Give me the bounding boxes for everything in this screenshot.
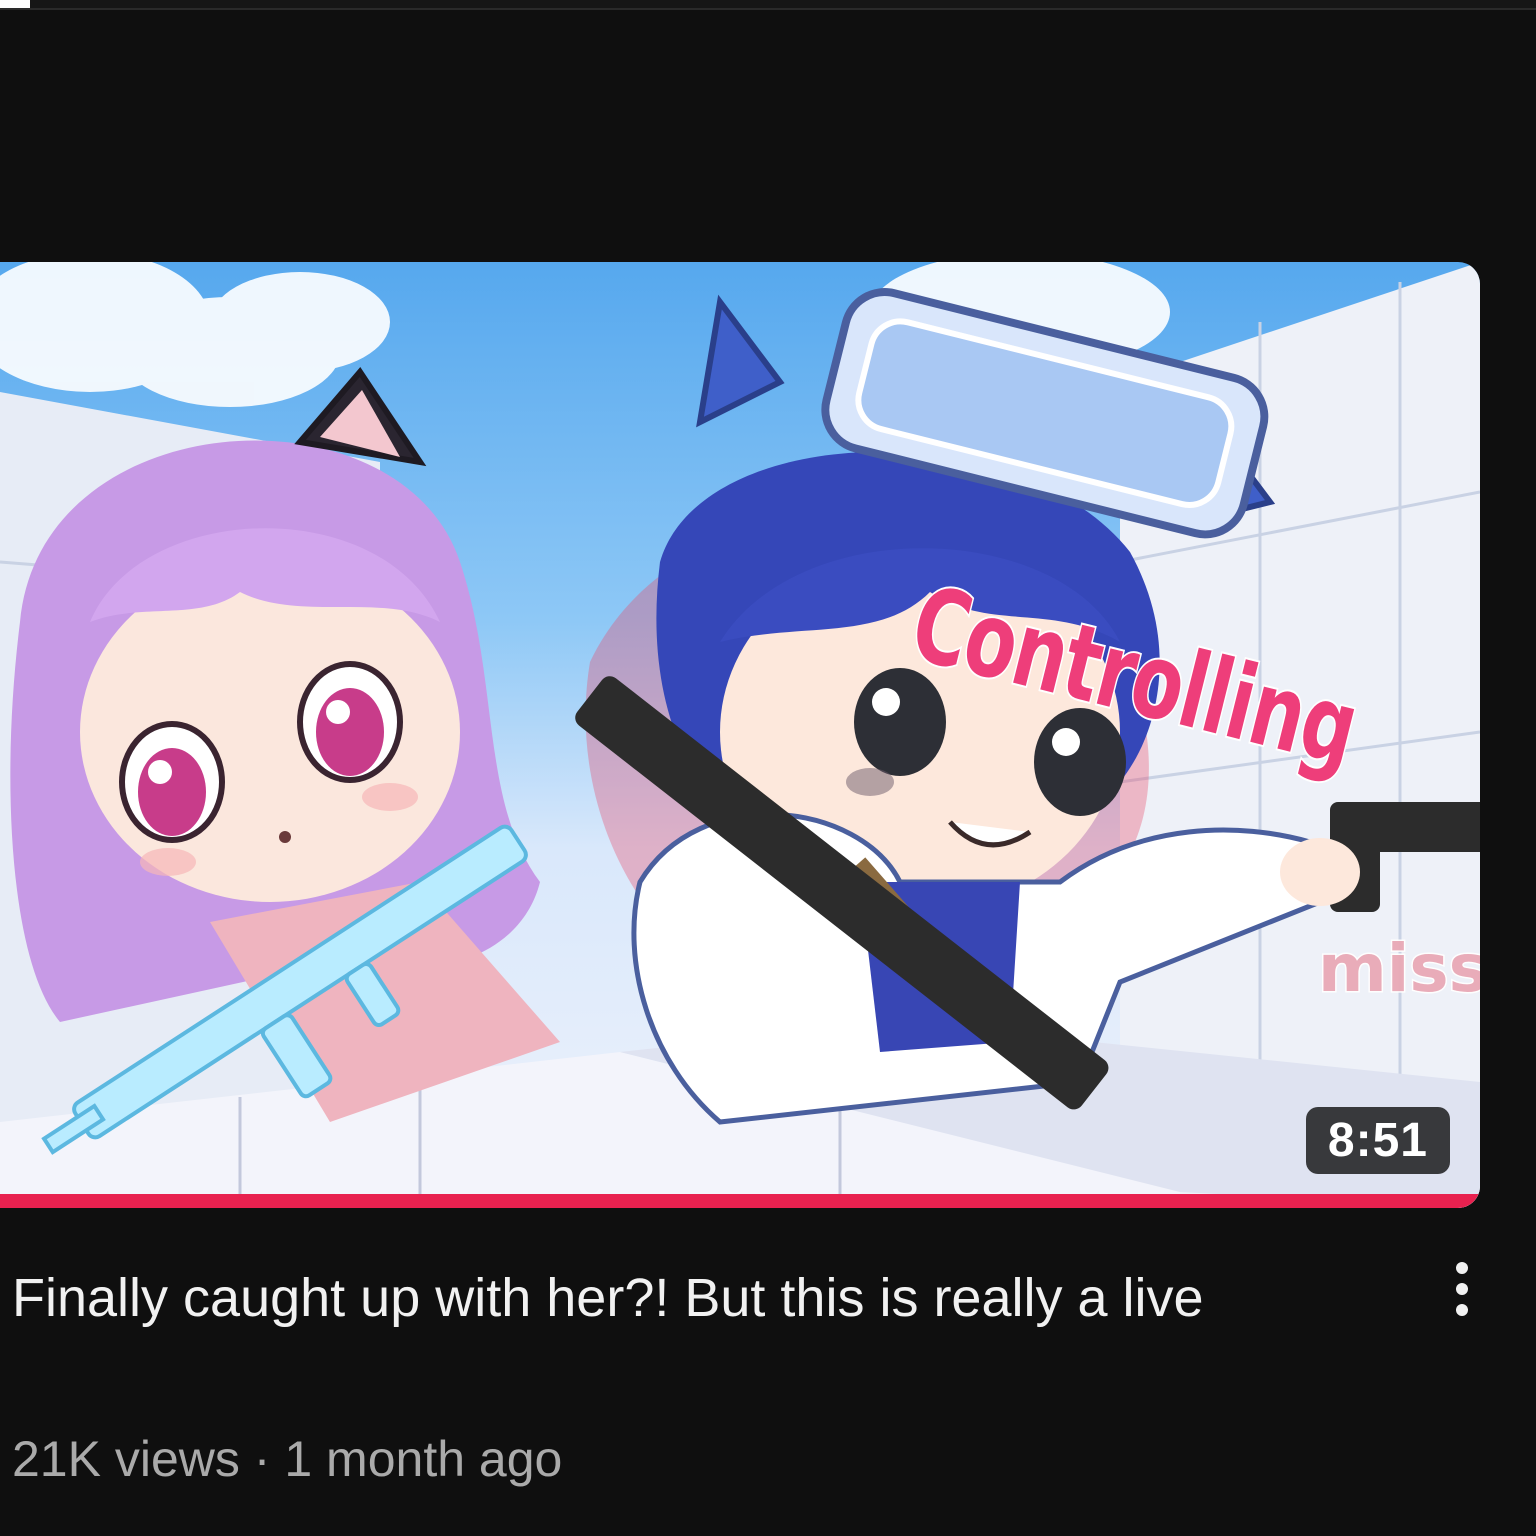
upload-age: 1 month ago (284, 1431, 563, 1487)
top-strip (0, 0, 1536, 10)
video-thumbnail[interactable]: Controlling miss miss 8:51 (0, 262, 1480, 1208)
vertical-ellipsis-icon (1456, 1304, 1468, 1316)
more-options-button[interactable] (1430, 1252, 1494, 1326)
vertical-ellipsis-icon (1456, 1283, 1468, 1295)
vertical-ellipsis-icon (1456, 1262, 1468, 1274)
view-count: 21K views (12, 1431, 240, 1487)
video-metadata: 21K views · 1 month ago (12, 1430, 562, 1488)
video-title[interactable]: Finally caught up with her?! But this is… (12, 1252, 1392, 1344)
duration-badge: 8:51 (1305, 1107, 1450, 1174)
top-strip-indicator (0, 0, 30, 8)
thumbnail-text-miss: miss (1317, 929, 1480, 1009)
meta-separator: · (253, 1431, 271, 1487)
watch-progress-bar (0, 1194, 1480, 1208)
